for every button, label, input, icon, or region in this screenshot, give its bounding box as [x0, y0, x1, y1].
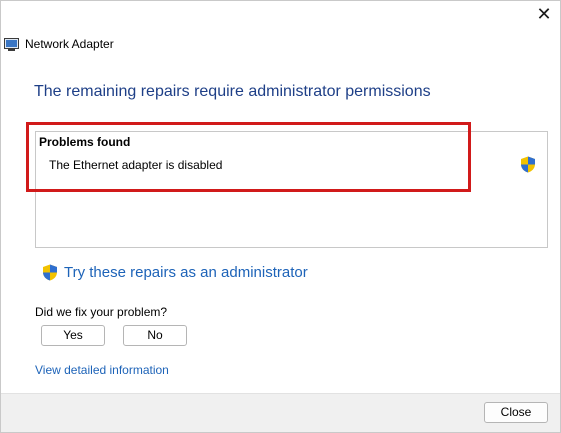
problems-found-title: Problems found: [39, 135, 131, 149]
page-heading: The remaining repairs require administra…: [34, 83, 431, 100]
no-button[interactable]: No: [123, 325, 187, 346]
try-repairs-label[interactable]: Try these repairs as an administrator: [64, 264, 308, 281]
close-button[interactable]: Close: [484, 402, 548, 423]
try-repairs-as-admin-link[interactable]: Try these repairs as an administrator: [42, 264, 308, 281]
title-bar: Network Adapter: [4, 35, 114, 53]
uac-shield-icon: [43, 264, 57, 281]
troubleshooter-window: ✕ Network Adapter The remaining repairs …: [0, 0, 561, 433]
close-icon[interactable]: ✕: [536, 4, 551, 24]
yes-button[interactable]: Yes: [41, 325, 105, 346]
view-detailed-information-link[interactable]: View detailed information: [35, 363, 169, 377]
network-adapter-icon: [4, 37, 19, 51]
footer-bar: Close: [1, 393, 560, 432]
problem-item[interactable]: The Ethernet adapter is disabled: [49, 158, 222, 172]
feedback-question: Did we fix your problem?: [35, 305, 168, 319]
problems-found-panel: Problems found The Ethernet adapter is d…: [35, 131, 548, 248]
uac-shield-icon: [521, 156, 535, 173]
window-close-button[interactable]: ✕: [534, 4, 554, 24]
window-title: Network Adapter: [25, 37, 114, 51]
